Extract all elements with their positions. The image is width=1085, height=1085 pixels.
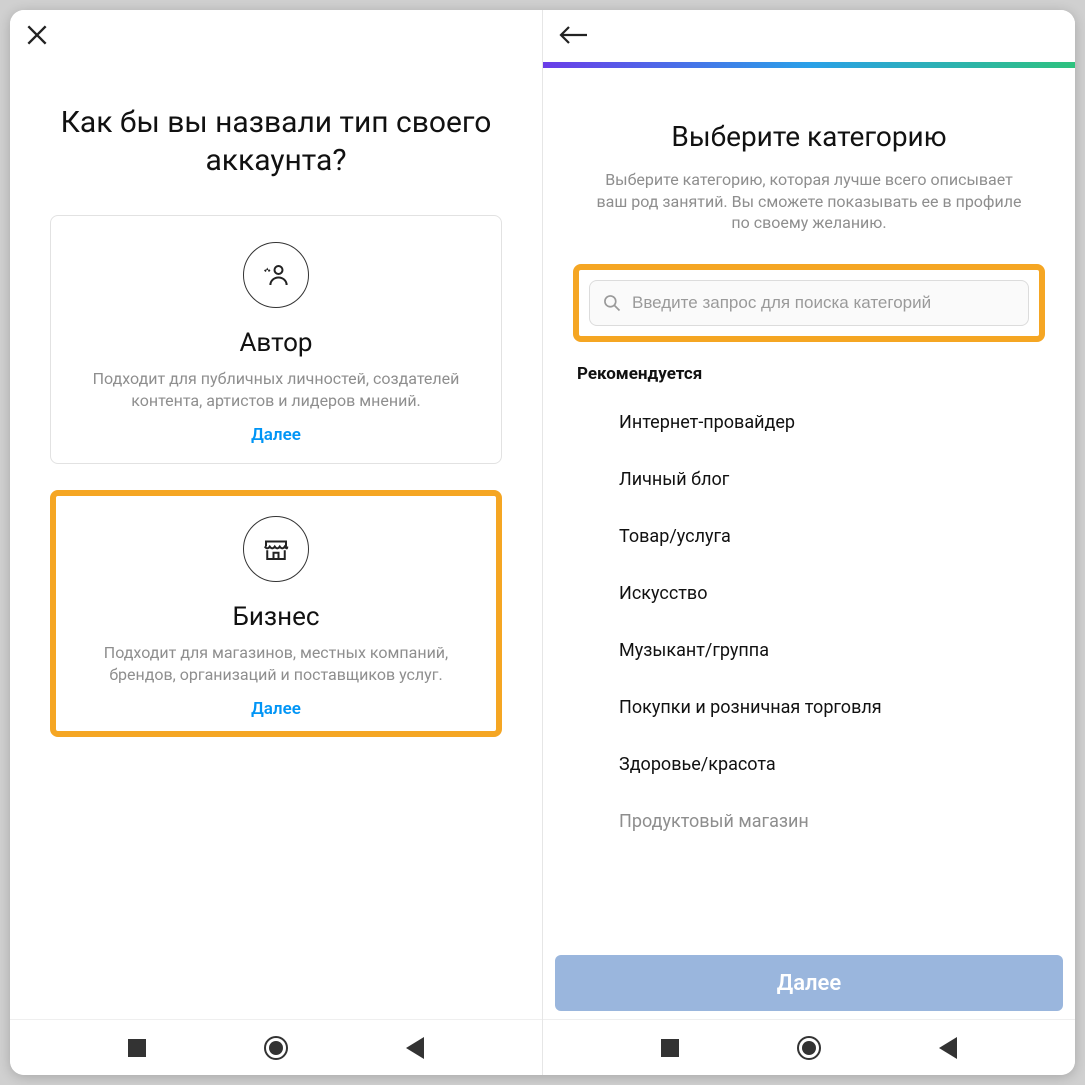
nav-home-icon[interactable] [797, 1036, 821, 1060]
topbar-right [543, 10, 1075, 64]
card-author[interactable]: Автор Подходит для публичных личностей, … [50, 215, 502, 464]
category-item[interactable]: Продуктовый магазин [573, 793, 1045, 850]
category-item[interactable]: Искусство [573, 565, 1045, 622]
topbar-left [10, 10, 542, 64]
nav-recents-icon[interactable] [661, 1039, 679, 1057]
android-navbar-right [543, 1019, 1075, 1075]
search-field[interactable] [589, 280, 1029, 326]
search-highlight-box [573, 264, 1045, 342]
card-business-title: Бизнес [70, 602, 482, 632]
panel-select-category: Выберите категорию Выберите категорию, к… [543, 10, 1075, 1075]
android-navbar-left [10, 1019, 542, 1075]
category-list[interactable]: Интернет-провайдер Личный блог Товар/усл… [573, 394, 1045, 947]
card-business-desc: Подходит для магазинов, местных компаний… [70, 642, 482, 685]
page-title-right: Выберите категорию [573, 120, 1045, 153]
storefront-icon [243, 516, 309, 582]
back-arrow-icon[interactable] [557, 24, 591, 50]
nav-back-icon[interactable] [939, 1037, 957, 1059]
category-item[interactable]: Личный блог [573, 451, 1045, 508]
category-item[interactable]: Товар/услуга [573, 508, 1045, 565]
page-subtitle-right: Выберите категорию, которая лучше всего … [573, 169, 1045, 234]
nav-home-icon[interactable] [264, 1036, 288, 1060]
nav-back-icon[interactable] [406, 1037, 424, 1059]
card-author-next-button[interactable]: Далее [71, 425, 481, 445]
recommended-label: Рекомендуется [573, 364, 1045, 384]
category-item[interactable]: Музыкант/группа [573, 622, 1045, 679]
nav-recents-icon[interactable] [128, 1039, 146, 1057]
panel-account-type: Как бы вы назвали тип своего аккаунта? А… [10, 10, 543, 1075]
author-icon [243, 242, 309, 308]
category-item[interactable]: Интернет-провайдер [573, 394, 1045, 451]
next-button[interactable]: Далее [555, 955, 1063, 1011]
card-author-desc: Подходит для публичных личностей, создат… [71, 368, 481, 411]
page-title-left: Как бы вы назвали тип своего аккаунта? [50, 84, 502, 215]
card-business-next-button[interactable]: Далее [70, 699, 482, 719]
category-item[interactable]: Здоровье/красота [573, 736, 1045, 793]
card-business[interactable]: Бизнес Подходит для магазинов, местных к… [50, 490, 502, 737]
close-icon[interactable] [24, 22, 50, 52]
card-author-title: Автор [71, 328, 481, 358]
search-input[interactable] [632, 293, 1016, 313]
search-icon [602, 293, 622, 313]
category-item[interactable]: Покупки и розничная торговля [573, 679, 1045, 736]
